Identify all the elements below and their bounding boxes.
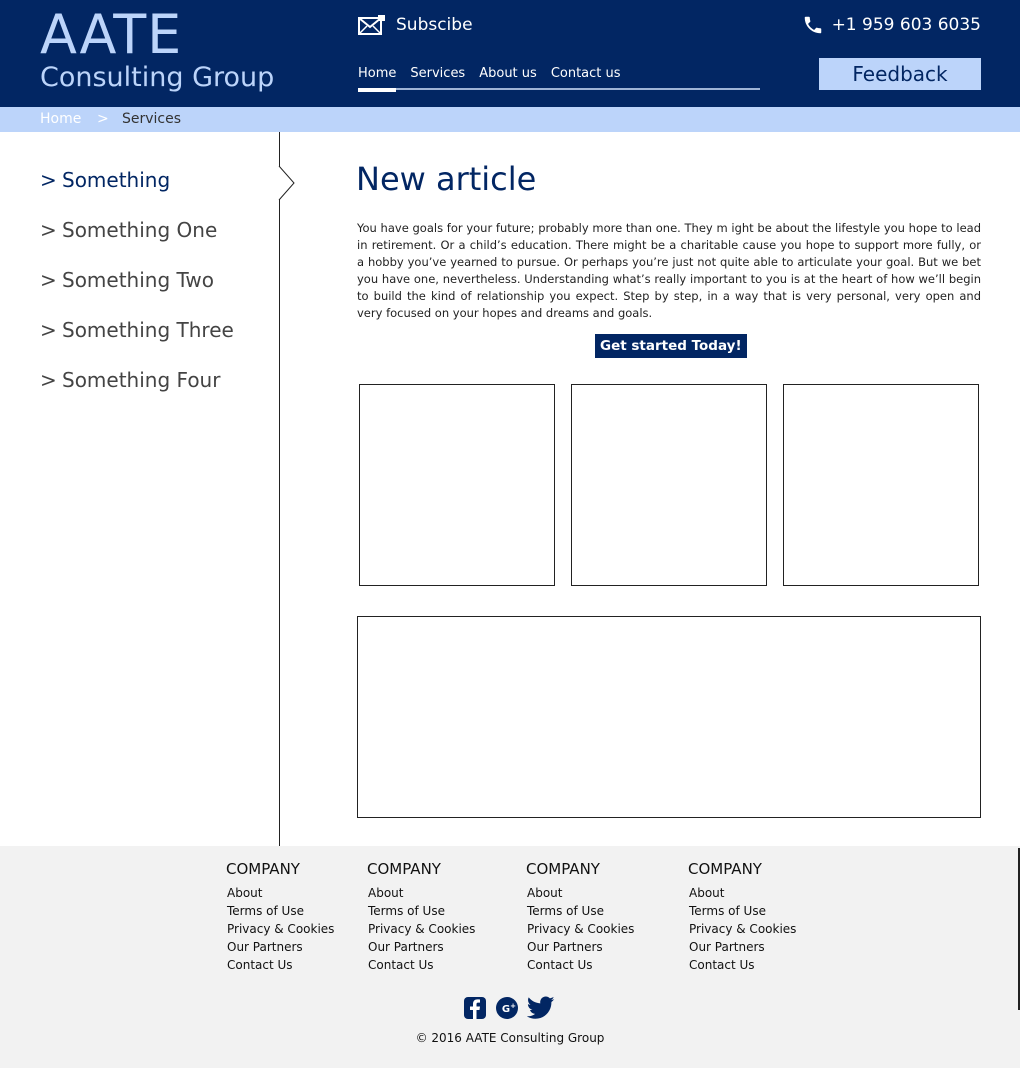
footer-link-contact[interactable]: Contact Us bbox=[368, 956, 475, 974]
phone-number: +1 959 603 6035 bbox=[831, 15, 981, 35]
footer-link-terms[interactable]: Terms of Use bbox=[368, 902, 475, 920]
content-card-1 bbox=[359, 384, 555, 586]
article-body: You have goals for your future; probably… bbox=[357, 221, 981, 320]
footer-column-3: COMPANY About Terms of Use Privacy & Coo… bbox=[526, 860, 634, 974]
footer-link-privacy[interactable]: Privacy & Cookies bbox=[689, 920, 796, 938]
footer-link-contact[interactable]: Contact Us bbox=[527, 956, 634, 974]
sidebar-item-something-three[interactable]: > Something Three bbox=[40, 318, 234, 342]
sidebar-item-label: Something Four bbox=[62, 368, 221, 392]
logo-title[interactable]: AATE bbox=[40, 4, 182, 66]
footer-link-partners[interactable]: Our Partners bbox=[689, 938, 796, 956]
content-panel bbox=[357, 616, 981, 818]
footer-link-terms[interactable]: Terms of Use bbox=[527, 902, 634, 920]
nav-item-about[interactable]: About us bbox=[479, 64, 537, 90]
nav-item-services[interactable]: Services bbox=[410, 64, 465, 90]
sidebar-item-something-one[interactable]: > Something One bbox=[40, 218, 217, 242]
sidebar-item-label: Something One bbox=[62, 218, 218, 242]
footer-link-about[interactable]: About bbox=[227, 884, 334, 902]
footer-link-privacy[interactable]: Privacy & Cookies bbox=[527, 920, 634, 938]
subscribe-link[interactable]: Subscibe bbox=[358, 14, 473, 36]
chevron-right-icon: > bbox=[40, 168, 57, 192]
footer-link-partners[interactable]: Our Partners bbox=[227, 938, 334, 956]
content-card-3 bbox=[783, 384, 979, 586]
footer-heading: COMPANY bbox=[226, 860, 300, 878]
twitter-icon[interactable] bbox=[526, 996, 555, 1024]
footer-link-partners[interactable]: Our Partners bbox=[527, 938, 634, 956]
svg-text:+: + bbox=[510, 1002, 516, 1010]
google-plus-icon[interactable]: G + bbox=[495, 996, 519, 1024]
sidebar-item-something-four[interactable]: > Something Four bbox=[40, 368, 220, 392]
svg-text:G: G bbox=[502, 1004, 510, 1015]
sidebar-item-label: Something bbox=[62, 168, 171, 192]
footer-column-4: COMPANY About Terms of Use Privacy & Coo… bbox=[688, 860, 796, 974]
feedback-button[interactable]: Feedback bbox=[819, 58, 981, 90]
breadcrumb-separator: > bbox=[97, 111, 109, 127]
sidebar-item-label: Something Two bbox=[62, 268, 215, 292]
footer-link-about[interactable]: About bbox=[368, 884, 475, 902]
footer-link-partners[interactable]: Our Partners bbox=[368, 938, 475, 956]
copyright-text: © 2016 AATE Consulting Group bbox=[415, 1031, 605, 1045]
footer-link-about[interactable]: About bbox=[527, 884, 634, 902]
phone-contact[interactable]: +1 959 603 6035 bbox=[802, 14, 981, 36]
main-nav: Home Services About us Contact us bbox=[358, 64, 760, 92]
logo-subtitle[interactable]: Consulting Group bbox=[40, 60, 274, 96]
breadcrumb-current: Services bbox=[122, 111, 182, 127]
nav-item-contact[interactable]: Contact us bbox=[551, 64, 621, 90]
site-header: AATE Consulting Group Subscibe Home Serv… bbox=[0, 0, 1020, 107]
nav-item-home[interactable]: Home bbox=[358, 64, 397, 92]
footer-column-1: COMPANY About Terms of Use Privacy & Coo… bbox=[226, 860, 334, 974]
footer-link-terms[interactable]: Terms of Use bbox=[227, 902, 334, 920]
breadcrumb: Home > Services bbox=[0, 107, 1020, 132]
social-links: G + bbox=[463, 996, 555, 1024]
content-card-2 bbox=[571, 384, 767, 586]
footer-column-2: COMPANY About Terms of Use Privacy & Coo… bbox=[367, 860, 475, 974]
footer-link-privacy[interactable]: Privacy & Cookies bbox=[227, 920, 334, 938]
footer-link-contact[interactable]: Contact Us bbox=[689, 956, 796, 974]
footer-link-contact[interactable]: Contact Us bbox=[227, 956, 334, 974]
phone-icon bbox=[804, 16, 821, 34]
sidebar-item-label: Something Three bbox=[62, 318, 234, 342]
get-started-button[interactable]: Get started Today! bbox=[595, 334, 747, 358]
sidebar-item-something[interactable]: > Something bbox=[40, 168, 170, 192]
sidebar: > Something > Something One > Something Two… bbox=[0, 132, 280, 846]
footer-heading: COMPANY bbox=[367, 860, 441, 878]
chevron-right-icon: > bbox=[40, 368, 57, 392]
subscribe-label: Subscibe bbox=[396, 15, 473, 35]
sidebar-divider bbox=[279, 132, 280, 846]
mail-icon bbox=[358, 15, 385, 35]
sidebar-item-something-two[interactable]: > Something Two bbox=[40, 268, 214, 292]
footer-link-about[interactable]: About bbox=[689, 884, 796, 902]
chevron-right-icon: > bbox=[40, 318, 57, 342]
article-title: New article bbox=[356, 160, 537, 198]
active-indicator-notch bbox=[278, 166, 295, 201]
footer-heading: COMPANY bbox=[526, 860, 600, 878]
footer-link-terms[interactable]: Terms of Use bbox=[689, 902, 796, 920]
breadcrumb-home[interactable]: Home bbox=[40, 107, 81, 131]
footer-heading: COMPANY bbox=[688, 860, 762, 878]
footer-link-privacy[interactable]: Privacy & Cookies bbox=[368, 920, 475, 938]
chevron-right-icon: > bbox=[40, 268, 57, 292]
facebook-icon[interactable] bbox=[463, 996, 487, 1024]
chevron-right-icon: > bbox=[40, 218, 57, 242]
site-footer: COMPANY About Terms of Use Privacy & Coo… bbox=[0, 846, 1020, 1068]
